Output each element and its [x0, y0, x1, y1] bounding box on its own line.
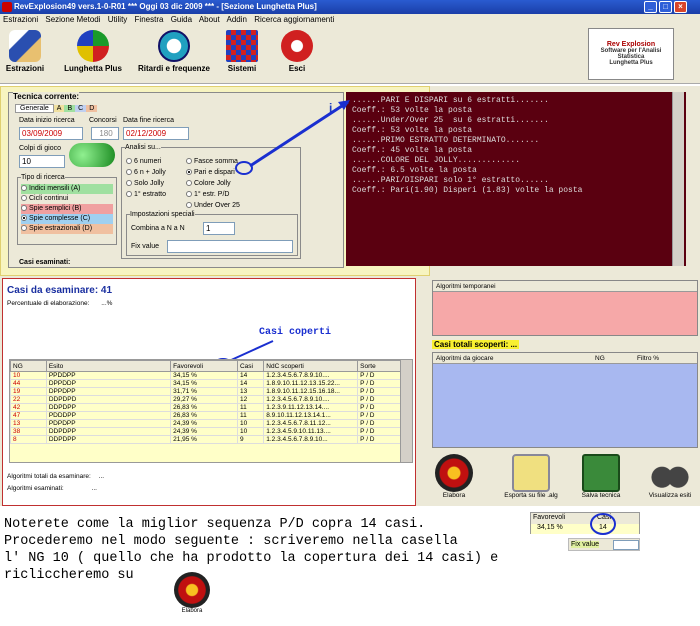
col-casi[interactable]: Casi	[236, 360, 265, 372]
inset-favorevoli-label: Favorevoli	[533, 514, 566, 521]
table-row[interactable]: 38 DDPDPP 24,39 % 10 1.2.3.4.5.9.10.11.13...…	[10, 427, 406, 436]
salva-label: Salva tecnica	[581, 492, 621, 499]
table-row[interactable]: 8 DDPDPP 21,95 % 9 1.2.3.4.5.6.7.8.9.10... P …	[10, 435, 406, 444]
esporta-button[interactable]: Esporta su file .alg	[494, 454, 568, 499]
totali-value: ...	[98, 473, 105, 480]
inset-pct: 34,15 %	[537, 524, 563, 531]
col-sorte[interactable]: Sorte	[357, 360, 406, 372]
note-line-2: Procederemo nel modo seguente : scrivere…	[4, 534, 458, 549]
salva-tecnica-button[interactable]: Salva tecnica	[576, 454, 626, 499]
binoculars-icon	[650, 458, 690, 490]
totali-label: Algoritmi totali da esaminare:	[7, 473, 91, 480]
inset-fix-value: Fix value	[568, 538, 640, 551]
col-algoritmi[interactable]: Algoritmi da giocare	[436, 353, 493, 364]
inset-favorevoli-casi: Favorevoli Casi 34,15 % 14	[530, 512, 640, 535]
esaminati-row: Algoritmi esaminati: ...	[7, 485, 97, 492]
note-line-4: ricliccheremo su	[4, 568, 134, 583]
table-row[interactable]: 42 DDPDPP 26,83 % 11 1.2.3.9.11.12.13.14....…	[10, 403, 406, 412]
casi-table-wrap: NG Esito Favorevoli Casi NdC scoperti So…	[9, 359, 413, 463]
elabora-button[interactable]: Elabora	[432, 454, 476, 499]
annotation-arrow	[249, 100, 349, 168]
algoritmi-header: Algoritmi da giocare NG Filtro %	[433, 353, 697, 364]
col-ndc[interactable]: NdC scoperti	[263, 360, 359, 372]
algoritmi-da-giocare-panel: Algoritmi da giocare NG Filtro %	[432, 352, 698, 448]
table-row[interactable]: 10 PPDDPP 34,15 % 14 1.2.3.4.5.6.7.8.9.10...…	[10, 371, 406, 380]
inset-fix-label: Fix value	[571, 541, 600, 548]
totali-row: Algoritmi totali da esaminare: ...	[7, 473, 104, 480]
save-disk-icon	[582, 454, 620, 492]
col-ng[interactable]: NG	[10, 360, 47, 372]
table-header: NG Esito Favorevoli Casi NdC scoperti So…	[10, 360, 406, 372]
elabora-label: Elabora	[442, 492, 466, 499]
esporta-label: Esporta su file .alg	[504, 492, 558, 499]
col-ng-right[interactable]: NG	[595, 353, 605, 364]
note-line-3: l' NG 10 ( quello che ha prodotto la cop…	[4, 551, 499, 566]
inline-elabora-label: Elabora	[181, 608, 203, 614]
inline-elabora-button[interactable]: Elabora	[172, 572, 212, 614]
table-row[interactable]: 44 DPPDDP 34,15 % 14 1.8.9.10.11.12.13.15.22…	[10, 379, 406, 388]
casi-panel: Casi da esaminare: 41 Percentuale di ela…	[2, 278, 416, 506]
note-line-1: Noterete come la miglior sequenza P/D co…	[4, 517, 426, 532]
table-row[interactable]: 47 PDDDPP 26,83 % 11 8.9.10.11.12.13.14.1...…	[10, 411, 406, 420]
col-esito[interactable]: Esito	[45, 360, 172, 372]
table-scrollbar[interactable]	[400, 360, 412, 462]
col-favorevoli[interactable]: Favorevoli	[170, 360, 238, 372]
annotation-circle-pari-dispari	[235, 161, 253, 175]
target-button-icon	[174, 572, 210, 608]
visualizza-esiti-button[interactable]: Visualizza esiti	[642, 454, 698, 499]
casi-table: NG Esito Favorevoli Casi NdC scoperti So…	[10, 360, 406, 444]
table-row[interactable]: 19 DPPDPP 31,71 % 13 1.8.9.10.11.12.15.16.18…	[10, 387, 406, 396]
col-filtro[interactable]: Filtro %	[637, 353, 659, 364]
casi-totali-scoperti: Casi totali scoperti: ...	[432, 340, 520, 349]
table-row[interactable]: 22 DDPDPD 29,27 % 12 1.2.3.4.5.6.7.8.9.10...…	[10, 395, 406, 404]
table-row[interactable]: 13 PDPDPP 24,39 % 10 1.2.3.4.5.6.7.8.11.12..…	[10, 419, 406, 428]
esaminati-value: ...	[91, 485, 97, 492]
esaminati-label: Algoritmi esaminati:	[7, 485, 64, 492]
algoritmi-temporanei-header: Algoritmi temporanei	[433, 281, 697, 292]
algoritmi-temporanei-panel: Algoritmi temporanei	[432, 280, 698, 336]
casi-arrow-line	[228, 340, 274, 362]
target-button-icon	[435, 454, 473, 492]
export-disk-icon	[512, 454, 550, 492]
inset-circle	[590, 513, 616, 535]
visualizza-label: Visualizza esiti	[648, 492, 692, 499]
